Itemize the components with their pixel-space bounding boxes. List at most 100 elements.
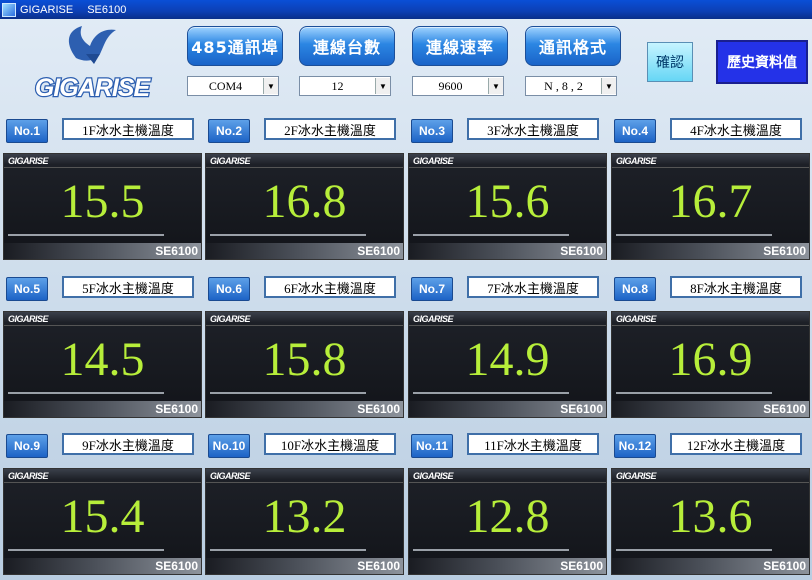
channel-name-field[interactable]: 9F冰水主機溫度 <box>62 433 194 455</box>
rs485-port-select[interactable]: COM4 ▼ <box>187 76 279 96</box>
channel-name-field[interactable]: 3F冰水主機溫度 <box>467 118 599 140</box>
temperature-display-panel: GIGARISE 15.8 SE6100 <box>205 311 404 418</box>
rs485-port-button[interactable]: 485通訊埠 <box>187 26 283 66</box>
temperature-value: 15.6 <box>465 175 550 228</box>
chevron-down-icon[interactable]: ▼ <box>601 78 616 94</box>
confirm-button[interactable]: 確認 <box>647 42 693 82</box>
temperature-display-panel: GIGARISE 16.8 SE6100 <box>205 153 404 260</box>
temperature-display-panel: GIGARISE 16.7 SE6100 <box>611 153 810 260</box>
panel-bar <box>8 392 164 394</box>
panel-brand-logo: GIGARISE <box>616 471 657 481</box>
panel-divider <box>4 325 201 326</box>
panel-bar <box>210 234 366 236</box>
panel-model-label: SE6100 <box>763 559 806 573</box>
panel-brand-logo: GIGARISE <box>8 156 49 166</box>
panel-model-label: SE6100 <box>155 402 198 416</box>
channel-name-field[interactable]: 12F冰水主機溫度 <box>670 433 802 455</box>
channel-name-field[interactable]: 8F冰水主機溫度 <box>670 276 802 298</box>
panel-bar <box>210 392 366 394</box>
connection-count-button[interactable]: 連線台數 <box>299 26 395 66</box>
temperature-display-panel: GIGARISE 14.9 SE6100 <box>408 311 607 418</box>
panel-divider <box>409 167 606 168</box>
panel-model-label: SE6100 <box>155 559 198 573</box>
panel-brand-logo: GIGARISE <box>210 156 251 166</box>
window-title-app: GIGARISE <box>20 3 74 16</box>
panel-divider <box>612 167 809 168</box>
channel-number-label: No.8 <box>614 277 656 301</box>
panel-brand-logo: GIGARISE <box>413 314 454 324</box>
channel-number-label: No.10 <box>208 434 250 458</box>
channel-name-field[interactable]: 1F冰水主機溫度 <box>62 118 194 140</box>
panel-divider <box>4 482 201 483</box>
connection-count-select[interactable]: 12 ▼ <box>299 76 391 96</box>
connection-speed-button[interactable]: 連線速率 <box>412 26 508 66</box>
panel-bar <box>413 234 569 236</box>
panel-brand-logo: GIGARISE <box>413 156 454 166</box>
panel-brand-logo: GIGARISE <box>413 471 454 481</box>
channel-name-field[interactable]: 11F冰水主機溫度 <box>467 433 599 455</box>
select-value: 9600 <box>438 78 463 93</box>
channel-number-label: No.4 <box>614 119 656 143</box>
temperature-value: 16.8 <box>262 175 347 228</box>
panel-bar <box>413 549 569 551</box>
channel-number-label: No.7 <box>411 277 453 301</box>
channel-name-field[interactable]: 10F冰水主機溫度 <box>264 433 396 455</box>
panel-divider <box>612 482 809 483</box>
comm-format-select[interactable]: N , 8 , 2 ▼ <box>525 76 617 96</box>
panel-brand-logo: GIGARISE <box>8 314 49 324</box>
temperature-value: 14.5 <box>60 333 145 386</box>
temperature-display-panel: GIGARISE 15.6 SE6100 <box>408 153 607 260</box>
connection-speed-select[interactable]: 9600 ▼ <box>412 76 504 96</box>
panel-divider <box>206 482 403 483</box>
chevron-down-icon[interactable]: ▼ <box>488 78 503 94</box>
app-icon <box>2 2 16 17</box>
channel-name-field[interactable]: 2F冰水主機溫度 <box>264 118 396 140</box>
panel-bar <box>616 234 772 236</box>
panel-bar <box>616 549 772 551</box>
panel-model-label: SE6100 <box>560 559 603 573</box>
channel-number-label: No.9 <box>6 434 48 458</box>
channel-number-label: No.5 <box>6 277 48 301</box>
panel-brand-logo: GIGARISE <box>210 471 251 481</box>
panel-divider <box>612 325 809 326</box>
channel-number-label: No.6 <box>208 277 250 301</box>
temperature-display-panel: GIGARISE 16.9 SE6100 <box>611 311 810 418</box>
panel-model-label: SE6100 <box>357 244 400 258</box>
panel-divider <box>206 167 403 168</box>
temperature-display-panel: GIGARISE 12.8 SE6100 <box>408 468 607 575</box>
logo-wordmark: GIGARISE <box>35 74 152 102</box>
panel-bar <box>8 549 164 551</box>
panel-brand-logo: GIGARISE <box>8 471 49 481</box>
chevron-down-icon[interactable]: ▼ <box>263 78 278 94</box>
channel-name-field[interactable]: 5F冰水主機溫度 <box>62 276 194 298</box>
select-value: N , 8 , 2 <box>544 78 583 93</box>
panel-model-label: SE6100 <box>560 402 603 416</box>
channel-name-field[interactable]: 6F冰水主機溫度 <box>264 276 396 298</box>
select-value: 12 <box>331 78 344 93</box>
history-data-button[interactable]: 歷史資料值 <box>716 40 808 84</box>
channel-name-field[interactable]: 7F冰水主機溫度 <box>467 276 599 298</box>
title-bar: GIGARISE SE6100 <box>0 0 812 19</box>
panel-bar <box>8 234 164 236</box>
channel-name-field[interactable]: 4F冰水主機溫度 <box>670 118 802 140</box>
channel-number-label: No.11 <box>411 434 453 458</box>
panel-model-label: SE6100 <box>155 244 198 258</box>
panel-brand-logo: GIGARISE <box>616 156 657 166</box>
temperature-display-panel: GIGARISE 14.5 SE6100 <box>3 311 202 418</box>
window-title-model: SE6100 <box>87 3 127 16</box>
temperature-value: 16.7 <box>668 175 753 228</box>
temperature-value: 13.6 <box>668 490 753 543</box>
panel-brand-logo: GIGARISE <box>616 314 657 324</box>
select-value: COM4 <box>208 78 243 93</box>
panel-bar <box>616 392 772 394</box>
temperature-value: 15.4 <box>60 490 145 543</box>
panel-divider <box>409 482 606 483</box>
channel-number-label: No.2 <box>208 119 250 143</box>
panel-model-label: SE6100 <box>357 402 400 416</box>
comm-format-button[interactable]: 通訊格式 <box>525 26 621 66</box>
temperature-display-panel: GIGARISE 15.4 SE6100 <box>3 468 202 575</box>
temperature-value: 13.2 <box>262 490 347 543</box>
channel-number-label: No.12 <box>614 434 656 458</box>
chevron-down-icon[interactable]: ▼ <box>375 78 390 94</box>
temperature-value: 14.9 <box>465 333 550 386</box>
